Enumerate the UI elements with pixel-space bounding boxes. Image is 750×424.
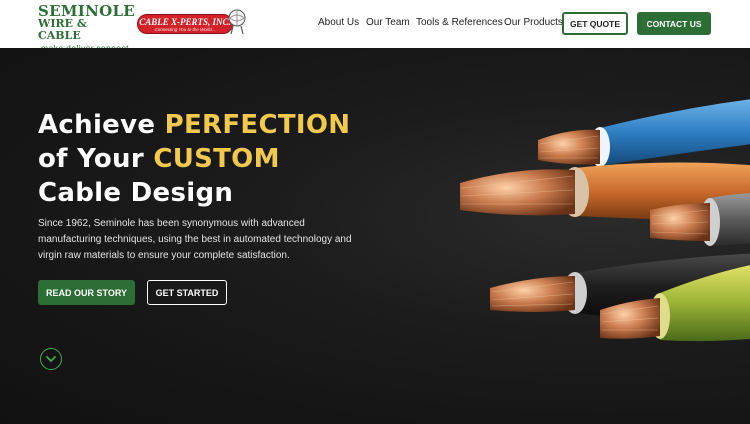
- logo-line1: SEMINOLE: [38, 2, 136, 20]
- scroll-down-button[interactable]: [40, 348, 62, 370]
- hero-section: Achieve PERFECTION of Your CUSTOM Cable …: [0, 48, 750, 424]
- contact-us-button[interactable]: CONTACT US: [637, 12, 711, 35]
- cable-xperts-title: CABLE X-PERTS, INC.: [139, 16, 231, 27]
- cable-xperts-badge: CABLE X-PERTS, INC. Connecting You to th…: [137, 14, 233, 34]
- headline-line-2: of Your CUSTOM: [38, 142, 358, 176]
- hero-headline: Achieve PERFECTION of Your CUSTOM Cable …: [38, 108, 358, 210]
- site-header: SEMINOLE WIRE & CABLE make.deliver.conne…: [0, 0, 750, 54]
- headline-line-3: Cable Design: [38, 178, 234, 208]
- headline-accent-perfection: PERFECTION: [164, 110, 351, 140]
- headline-line-1: Achieve PERFECTION: [38, 108, 358, 142]
- hero-description: Since 1962, Seminole has been synonymous…: [38, 218, 352, 261]
- get-started-button[interactable]: GET STARTED: [147, 280, 227, 305]
- seminole-logo[interactable]: SEMINOLE WIRE & CABLE make.deliver.conne…: [38, 2, 136, 54]
- chevron-down-icon: [46, 356, 56, 363]
- cable-xperts-logo[interactable]: CABLE X-PERTS, INC. Connecting You to th…: [137, 8, 249, 38]
- nav-our-products[interactable]: Our Products: [504, 17, 563, 28]
- read-our-story-button[interactable]: READ OUR STORY: [38, 280, 135, 305]
- nav-about-us[interactable]: About Us: [318, 17, 359, 28]
- headline-accent-custom: CUSTOM: [153, 144, 280, 174]
- globe-mascot-icon: [228, 9, 246, 35]
- get-quote-button[interactable]: GET QUOTE: [562, 12, 628, 35]
- nav-our-team[interactable]: Our Team: [366, 17, 410, 28]
- cable-xperts-subtitle: Connecting You to the World...: [154, 26, 216, 32]
- headline-line-1-text: Achieve: [38, 110, 165, 140]
- logo-line2: WIRE & CABLE: [38, 17, 87, 42]
- headline-line-2-text: of Your: [38, 144, 154, 174]
- nav-tools-references[interactable]: Tools & References: [416, 17, 503, 28]
